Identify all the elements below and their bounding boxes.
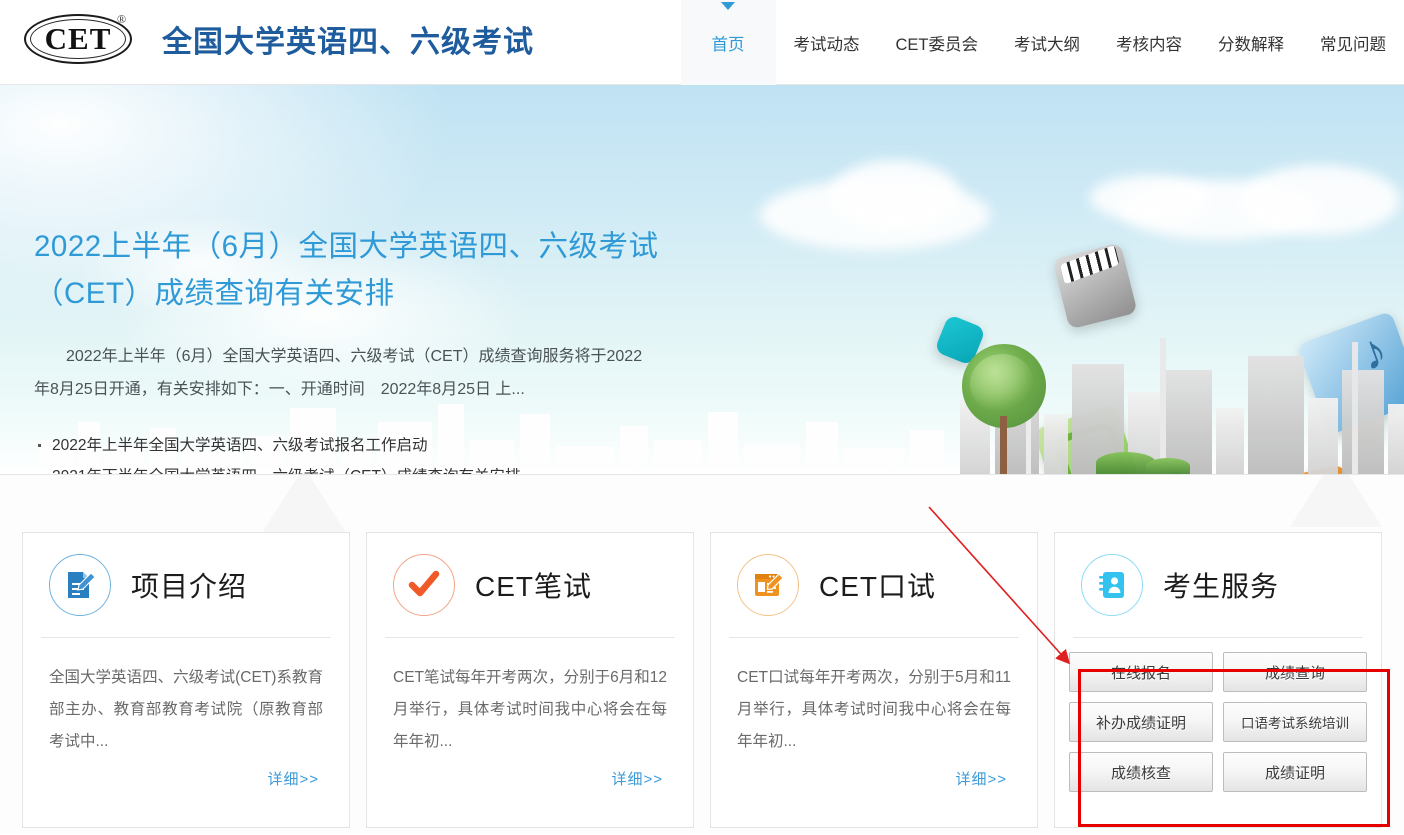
card-cet-oral[interactable]: CET口试 CET口试每年开考两次，分别于5月和11月举行，具体考试时间我中心将… [710, 532, 1038, 828]
card-candidate-services[interactable]: 考生服务 在线报名 成绩查询 补办成绩证明 口语考试系统培训 成绩核查 成绩证明 [1054, 532, 1382, 828]
card-header: CET口试 [711, 533, 1037, 637]
card-header: CET笔试 [367, 533, 693, 637]
nav-item-label: 考核内容 [1116, 31, 1182, 55]
nav-item-home[interactable]: 首页 [681, 0, 776, 85]
nav-item-label: 首页 [712, 31, 745, 55]
registered-mark-icon: ® [117, 12, 126, 27]
card-title: CET笔试 [475, 565, 592, 605]
address-book-icon [1081, 554, 1143, 616]
nav-item-label: 考试大纲 [1014, 31, 1080, 55]
bush-icon [1146, 458, 1190, 474]
card-project-intro[interactable]: 项目介绍 全国大学英语四、六级考试(CET)系教育部主办、教育部教育考试院（原教… [22, 532, 350, 828]
chevron-down-icon [721, 2, 735, 10]
card-description: CET口试每年开考两次，分别于5月和11月举行，具体考试时间我中心将会在每年年初… [737, 662, 1011, 758]
score-query-button[interactable]: 成绩查询 [1223, 652, 1367, 692]
score-certificate-button[interactable]: 成绩证明 [1223, 752, 1367, 792]
banner-headline[interactable]: 2022上半年（6月）全国大学英语四、六级考试（CET）成绩查询有关安排 [34, 223, 664, 317]
check-mark-icon [393, 554, 455, 616]
nav-item-label: 分数解释 [1218, 31, 1284, 55]
cloud-icon [830, 160, 960, 230]
nav-item-syllabus[interactable]: 考试大纲 [996, 0, 1098, 85]
nav-item-label: 常见问题 [1320, 31, 1386, 55]
nav-item-label: CET委员会 [896, 31, 979, 55]
cards-row: 项目介绍 全国大学英语四、六级考试(CET)系教育部主办、教育部教育考试院（原教… [0, 532, 1404, 828]
service-buttons-wrap: 在线报名 成绩查询 补办成绩证明 口语考试系统培训 成绩核查 成绩证明 [1055, 638, 1381, 804]
brand[interactable]: CET ® 全国大学英语四、六级考试 [22, 6, 534, 72]
document-pen-icon [49, 554, 111, 616]
card-detail-link[interactable]: 详细>> [393, 768, 667, 789]
card-body: CET笔试每年开考两次，分别于6月和12月举行，具体考试时间我中心将会在每年年初… [367, 638, 693, 789]
banner-summary: 2022年上半年（6月）全国大学英语四、六级考试（CET）成绩查询服务将于202… [34, 340, 654, 406]
nav-item-label: 考试动态 [794, 31, 860, 55]
card-body: 全国大学英语四、六级考试(CET)系教育部主办、教育部教育考试院（原教育部考试中… [23, 638, 349, 789]
nav-item-faq[interactable]: 常见问题 [1302, 0, 1404, 85]
form-pencil-icon [737, 554, 799, 616]
nav-item-score-interpretation[interactable]: 分数解释 [1200, 0, 1302, 85]
card-body: CET口试每年开考两次，分别于5月和11月举行，具体考试时间我中心将会在每年年初… [711, 638, 1037, 789]
card-detail-link[interactable]: 详细>> [49, 768, 323, 789]
card-cet-written[interactable]: CET笔试 CET笔试每年开考两次，分别于6月和12月举行，具体考试时间我中心将… [366, 532, 694, 828]
hero-banner: 2022上半年（6月）全国大学英语四、六级考试（CET）成绩查询有关安排 202… [0, 85, 1404, 475]
main-nav: 首页 考试动态 CET委员会 考试大纲 考核内容 分数解释 常见问题 [681, 0, 1404, 85]
cloud-icon [1090, 175, 1210, 221]
card-title: CET口试 [819, 565, 936, 605]
card-header: 项目介绍 [23, 533, 349, 637]
watermark-shape [258, 475, 350, 539]
tree-trunk [1000, 416, 1007, 474]
cloud-icon [1240, 165, 1400, 235]
nav-item-cet-committee[interactable]: CET委员会 [878, 0, 997, 85]
oral-exam-system-training-button[interactable]: 口语考试系统培训 [1223, 702, 1367, 742]
online-registration-button[interactable]: 在线报名 [1069, 652, 1213, 692]
reissue-score-certificate-button[interactable]: 补办成绩证明 [1069, 702, 1213, 742]
banner-news-list: 2022年上半年全国大学英语四、六级考试报名工作启动 2021年下半年全国大学英… [34, 430, 674, 475]
score-verification-button[interactable]: 成绩核查 [1069, 752, 1213, 792]
nav-item-exam-news[interactable]: 考试动态 [776, 0, 878, 85]
service-buttons-grid: 在线报名 成绩查询 补办成绩证明 口语考试系统培训 成绩核查 成绩证明 [1069, 652, 1367, 792]
card-header: 考生服务 [1055, 533, 1381, 637]
feature-cards-section: 项目介绍 全国大学英语四、六级考试(CET)系教育部主办、教育部教育考试院（原教… [0, 475, 1404, 834]
cet-logo: CET ® [22, 6, 140, 72]
card-detail-link[interactable]: 详细>> [737, 768, 1011, 789]
card-description: CET笔试每年开考两次，分别于6月和12月举行，具体考试时间我中心将会在每年年初… [393, 662, 667, 758]
list-item[interactable]: 2021年下半年全国大学英语四、六级考试（CET）成绩查询有关安排 [34, 461, 674, 475]
card-title: 考生服务 [1163, 565, 1279, 605]
card-title: 项目介绍 [131, 565, 247, 605]
nav-item-assessment-content[interactable]: 考核内容 [1098, 0, 1200, 85]
brand-title: 全国大学英语四、六级考试 [162, 17, 534, 61]
watermark-shape [1290, 475, 1382, 527]
page-root: CET ® 全国大学英语四、六级考试 首页 考试动态 CET委员会 考试大纲 考… [0, 0, 1404, 835]
card-description: 全国大学英语四、六级考试(CET)系教育部主办、教育部教育考试院（原教育部考试中… [49, 662, 323, 758]
site-header: CET ® 全国大学英语四、六级考试 首页 考试动态 CET委员会 考试大纲 考… [0, 0, 1404, 85]
list-item[interactable]: 2022年上半年全国大学英语四、六级考试报名工作启动 [34, 430, 674, 461]
